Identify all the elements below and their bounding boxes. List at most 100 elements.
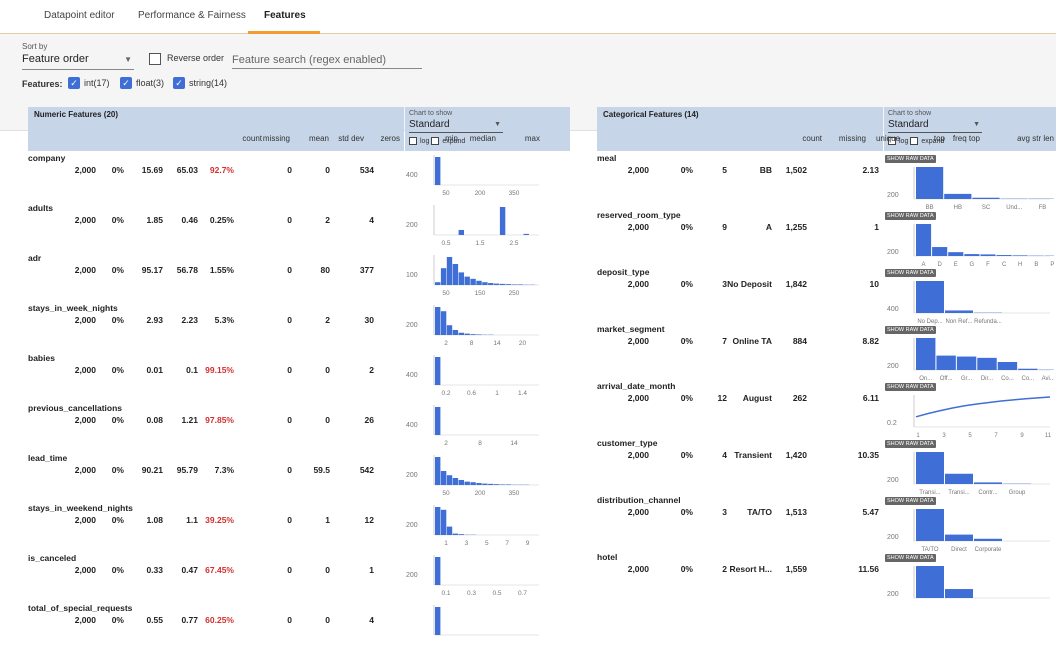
categorical-feature-row[interactable]: market_segment2,0000%7Online TA8848.82SH…	[597, 324, 1056, 381]
histogram-bar	[506, 284, 511, 285]
numeric-feature-row[interactable]: babies2,0000%0.010.199.15%0024000.20.611…	[28, 353, 570, 403]
feature-median: 2	[325, 315, 330, 325]
category-bar	[1018, 369, 1037, 370]
histogram-chart: 10050150250350	[404, 253, 539, 299]
category-bar	[945, 474, 973, 484]
column-header-count[interactable]: count	[242, 134, 262, 143]
categorical-feature-row[interactable]: hotel2,0000%2Resort H...1,55911.56SHOW R…	[597, 552, 1056, 609]
categorical-features-title: Categorical Features (14)	[597, 107, 883, 121]
histogram-bar	[435, 457, 440, 485]
x-tick-label: 2	[444, 440, 448, 447]
feature-max: 534	[360, 165, 374, 175]
histogram-bar	[435, 157, 440, 185]
column-header-freq-top[interactable]: freq top	[953, 134, 980, 143]
feature-max: 1	[369, 565, 374, 575]
histogram-bar	[435, 307, 440, 335]
histogram-bar	[470, 279, 475, 285]
column-header-count[interactable]: count	[802, 134, 822, 143]
reverse-order-checkbox[interactable]	[149, 53, 161, 65]
chart-type-select[interactable]: Standard▼	[888, 119, 982, 133]
categorical-feature-row[interactable]: meal2,0000%5BB1,5022.13SHOW RAW DATA200B…	[597, 153, 1056, 210]
feature-name: lead_time	[28, 453, 67, 463]
y-tick-label: 400	[406, 372, 418, 379]
x-tick-label: 0.6	[467, 390, 476, 397]
expand-checkbox[interactable]	[431, 137, 439, 145]
feature-max: 542	[360, 465, 374, 475]
category-bar	[916, 167, 943, 199]
histogram-chart: 40050200350500	[404, 153, 539, 199]
column-header-zeros[interactable]: zeros	[380, 134, 400, 143]
feature-search-input[interactable]	[232, 51, 422, 69]
tab-datapoint-editor[interactable]: Datapoint editor	[44, 10, 115, 21]
column-header-top[interactable]: top	[934, 134, 945, 143]
x-tick-label: 0.5	[492, 590, 501, 597]
histogram-bar	[459, 480, 464, 485]
histogram-chart: 20028142026	[404, 303, 539, 349]
histogram-bar	[447, 257, 452, 285]
feature-median: 0	[325, 615, 330, 625]
column-header-avg-str-len[interactable]: avg str len	[1017, 134, 1054, 143]
x-tick-label: 8	[470, 340, 474, 347]
categorical-feature-row[interactable]: deposit_type2,0000%3No Deposit1,84210SHO…	[597, 267, 1056, 324]
numeric-feature-row[interactable]: previous_cancellations2,0000%0.081.2197.…	[28, 403, 570, 453]
column-header-min[interactable]: min	[445, 134, 458, 143]
column-header-max[interactable]: max	[525, 134, 540, 143]
category-bar	[944, 194, 971, 199]
category-bar	[998, 362, 1017, 370]
histogram-bar	[506, 484, 511, 485]
tab-features[interactable]: Features	[264, 10, 306, 21]
chart-type-value: Standard	[409, 119, 450, 130]
numeric-feature-row[interactable]: company2,0000%15.6965.0392.7%00534400502…	[28, 153, 570, 203]
column-header-mean[interactable]: mean	[309, 134, 329, 143]
histogram-bar	[470, 482, 475, 485]
log-checkbox[interactable]	[409, 137, 417, 145]
feature-name: stays_in_week_nights	[28, 303, 118, 313]
numeric-feature-row[interactable]: stays_in_week_nights2,0000%2.932.235.3%0…	[28, 303, 570, 353]
feature-median: 0	[325, 565, 330, 575]
category-chart: 200	[884, 560, 1054, 615]
column-header-std-dev[interactable]: std dev	[338, 134, 364, 143]
chevron-down-icon: ▼	[494, 121, 501, 128]
histogram-bar	[459, 534, 464, 535]
top-tab-bar: Datapoint editor Performance & Fairness …	[0, 0, 1056, 34]
numeric-feature-row[interactable]: total_of_special_requests2,0000%0.550.77…	[28, 603, 570, 653]
category-bar	[945, 310, 973, 313]
column-header-unique[interactable]: unique	[876, 134, 900, 143]
feature-unique: 7	[722, 336, 727, 346]
histogram-bar	[441, 510, 446, 535]
categorical-feature-row[interactable]: arrival_date_month2,0000%12August2626.11…	[597, 381, 1056, 438]
category-chart: 200BBHBSCUnd...FB	[884, 161, 1054, 216]
feature-count: 2,000	[628, 393, 649, 403]
numeric-feature-row[interactable]: lead_time2,0000%90.2195.797.3%059.554220…	[28, 453, 570, 503]
feature-std: 0.46	[181, 215, 198, 225]
tab-performance-fairness[interactable]: Performance & Fairness	[138, 10, 246, 21]
feature-unique: 12	[718, 393, 727, 403]
x-tick-label: 2.5	[509, 240, 518, 247]
numeric-feature-row[interactable]: adr2,0000%95.1756.781.55%080377100501502…	[28, 253, 570, 303]
histogram-bar	[476, 281, 481, 285]
categorical-feature-row[interactable]: distribution_channel2,0000%3TA/TO1,5135.…	[597, 495, 1056, 552]
feature-unique: 3	[722, 507, 727, 517]
sort-by-select[interactable]: Feature order ▼	[22, 52, 134, 70]
expand-checkbox[interactable]	[910, 137, 918, 145]
histogram-bar	[441, 268, 446, 285]
line-series	[916, 397, 1050, 417]
filter-int[interactable]: ✓int(17)	[68, 77, 110, 89]
numeric-feature-row[interactable]: stays_in_weekend_nights2,0000%1.081.139.…	[28, 503, 570, 553]
chart-type-select[interactable]: Standard ▼	[409, 119, 503, 133]
filter-string[interactable]: ✓string(14)	[173, 77, 227, 89]
categorical-feature-row[interactable]: customer_type2,0000%4Transient1,42010.35…	[597, 438, 1056, 495]
filter-float[interactable]: ✓float(3)	[120, 77, 164, 89]
column-header-median[interactable]: median	[470, 134, 496, 143]
category-bar	[945, 535, 973, 541]
numeric-feature-row[interactable]: is_canceled2,0000%0.330.4767.45%0012000.…	[28, 553, 570, 603]
column-header-missing[interactable]: missing	[839, 134, 866, 143]
feature-name: hotel	[597, 552, 617, 562]
column-header-missing[interactable]: missing	[263, 134, 290, 143]
categorical-feature-row[interactable]: reserved_room_type2,0000%9A1,2551SHOW RA…	[597, 210, 1056, 267]
feature-freq: 1,842	[786, 279, 807, 289]
numeric-feature-row[interactable]: adults2,0000%1.850.460.25%0242000.51.52.…	[28, 203, 570, 253]
feature-unique: 2	[722, 564, 727, 574]
feature-missing: 0%	[112, 515, 124, 525]
feature-max: 26	[365, 415, 374, 425]
